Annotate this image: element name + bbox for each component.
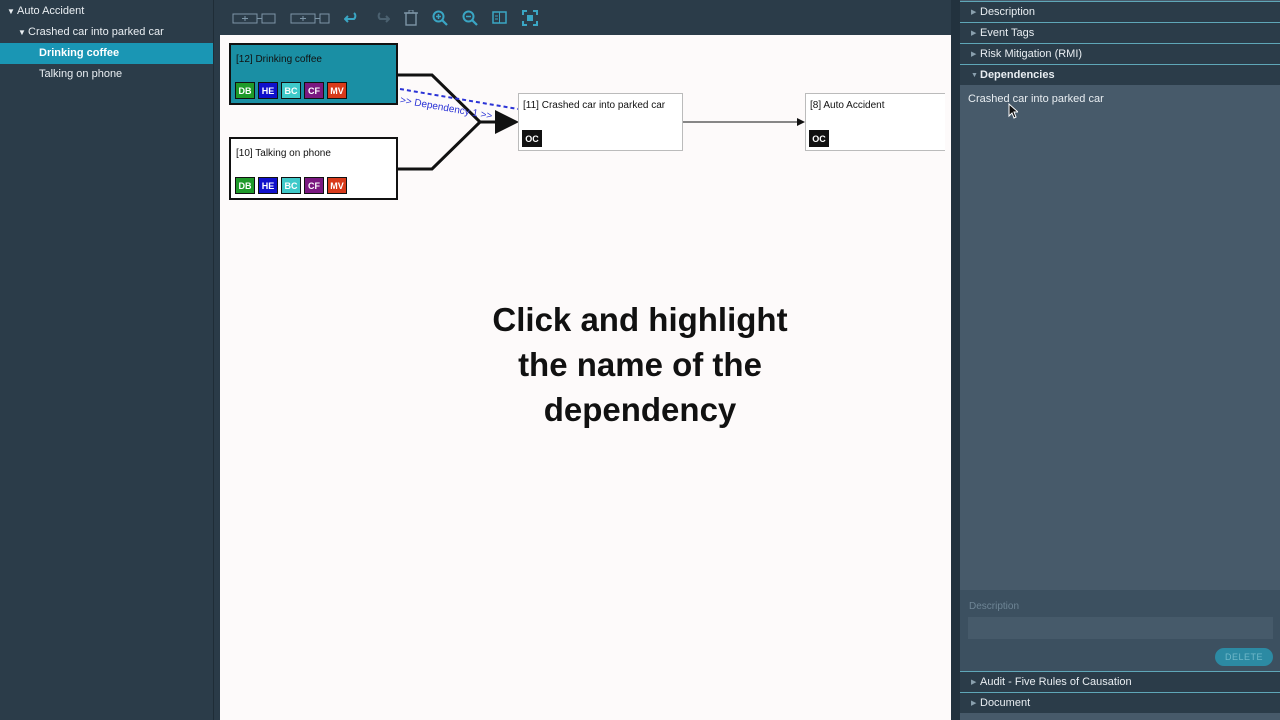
caption-line: Click and highlight [492,301,788,338]
collapsed-arrow-icon: ▶ [971,51,977,58]
section-audit[interactable]: ▶ Audit - Five Rules of Causation [960,671,1280,692]
section-label: Audit - Five Rules of Causation [980,676,1132,688]
section-risk-mitigation[interactable]: ▶ Risk Mitigation (RMI) [960,43,1280,64]
tag-mv[interactable]: MV [327,177,347,194]
node-talking-on-phone[interactable]: [10] Talking on phone DB HE BC CF MV [229,137,398,200]
caption-line: the name of the [518,346,762,383]
fit-icon [492,11,507,24]
collapsed-arrow-icon: ▶ [971,9,977,16]
fullscreen-button[interactable] [522,9,538,27]
section-dependencies[interactable]: ▼ Dependencies [960,64,1280,85]
delete-button[interactable]: DELETE [1215,648,1273,666]
tree-item-drinking-coffee[interactable]: Drinking coffee [0,43,213,64]
expand-triangle-icon[interactable]: ▼ [7,1,17,22]
expand-triangle-icon[interactable]: ▼ [18,22,28,43]
section-event-tags[interactable]: ▶ Event Tags [960,22,1280,43]
redo-button[interactable] [374,9,390,27]
description-input[interactable] [968,617,1273,639]
caption-line: dependency [543,391,737,428]
add-sibling-icon [290,13,330,24]
node-title: [11] Crashed car into parked car [523,100,666,111]
instruction-caption: Click and highlight the name of the depe… [420,297,860,432]
zoom-out-button[interactable] [462,9,478,27]
tree-item-crashed-car[interactable]: ▼ Crashed car into parked car [0,22,213,43]
section-label: Document [980,697,1031,709]
section-label: Description [980,6,1036,18]
section-label: Event Tags [980,27,1035,39]
mouse-cursor-icon [1008,103,1018,119]
section-label: Dependencies [980,69,1055,81]
tree-item-auto-accident[interactable]: ▼ Auto Accident [0,1,213,22]
section-document[interactable]: ▶ Document [960,692,1280,713]
diagram-canvas[interactable]: >> Dependency 1 >> [12] Drinking coffee … [220,35,951,720]
collapsed-arrow-icon: ▶ [971,679,977,686]
section-description[interactable]: ▶ Description [960,1,1280,22]
expanded-arrow-icon: ▼ [971,71,978,79]
tag-he[interactable]: HE [258,82,278,99]
node-title: [12] Drinking coffee [236,54,322,65]
oc-badge[interactable]: OC [809,130,829,147]
tree-item-label: Talking on phone [39,68,123,80]
zoom-in-button[interactable] [432,9,448,27]
undo-icon [344,12,357,23]
undo-button[interactable] [344,9,360,27]
node-title: [8] Auto Accident [810,100,885,111]
connector-talking-on-phone [398,120,482,171]
tag-he[interactable]: HE [258,177,278,194]
zoom-out-icon [462,10,478,26]
tree-item-label: Drinking coffee [39,47,120,59]
oc-badge[interactable]: OC [522,130,542,147]
tag-row: DB HE BC CF MV [235,177,347,194]
tag-row: DB HE BC CF MV [235,82,347,99]
tag-cf[interactable]: CF [304,82,324,99]
add-child-button[interactable] [232,9,276,27]
section-label: Risk Mitigation (RMI) [980,48,1083,60]
tag-bc[interactable]: BC [281,177,301,194]
description-label: Description [969,601,1020,612]
tag-db[interactable]: DB [235,177,255,194]
redo-icon [377,12,390,23]
zoom-in-icon [432,10,448,26]
trash-icon [404,10,418,26]
node-auto-accident[interactable]: [8] Auto Accident OC [805,93,945,151]
collapsed-arrow-icon: ▶ [971,30,977,37]
tree-item-talking-on-phone[interactable]: Talking on phone [0,64,213,85]
node-title: [10] Talking on phone [236,148,331,159]
expand-icon [522,10,538,26]
event-tree: ▼ Auto Accident ▼ Crashed car into parked … [0,0,214,720]
description-editor: Description DELETE [960,590,1280,671]
tag-db[interactable]: DB [235,82,255,99]
add-child-icon [232,13,276,24]
dependency-item[interactable]: Crashed car into parked car [968,93,1104,105]
collapsed-arrow-icon: ▶ [971,700,977,707]
panel-divider[interactable] [951,0,960,720]
add-sibling-button[interactable] [290,9,330,27]
node-drinking-coffee[interactable]: [12] Drinking coffee DB HE BC CF MV [229,43,398,105]
app-window: ▼ Auto Accident ▼ Crashed car into parked … [0,0,1280,720]
tag-cf[interactable]: CF [304,177,324,194]
tag-bc[interactable]: BC [281,82,301,99]
diagram-toolbar [220,0,951,35]
tree-item-label: Crashed car into parked car [28,26,164,38]
node-crashed-car[interactable]: [11] Crashed car into parked car OC [518,93,683,151]
tree-item-label: Auto Accident [17,5,85,17]
delete-button[interactable] [404,9,418,27]
fit-view-button[interactable] [492,9,508,27]
tag-mv[interactable]: MV [327,82,347,99]
